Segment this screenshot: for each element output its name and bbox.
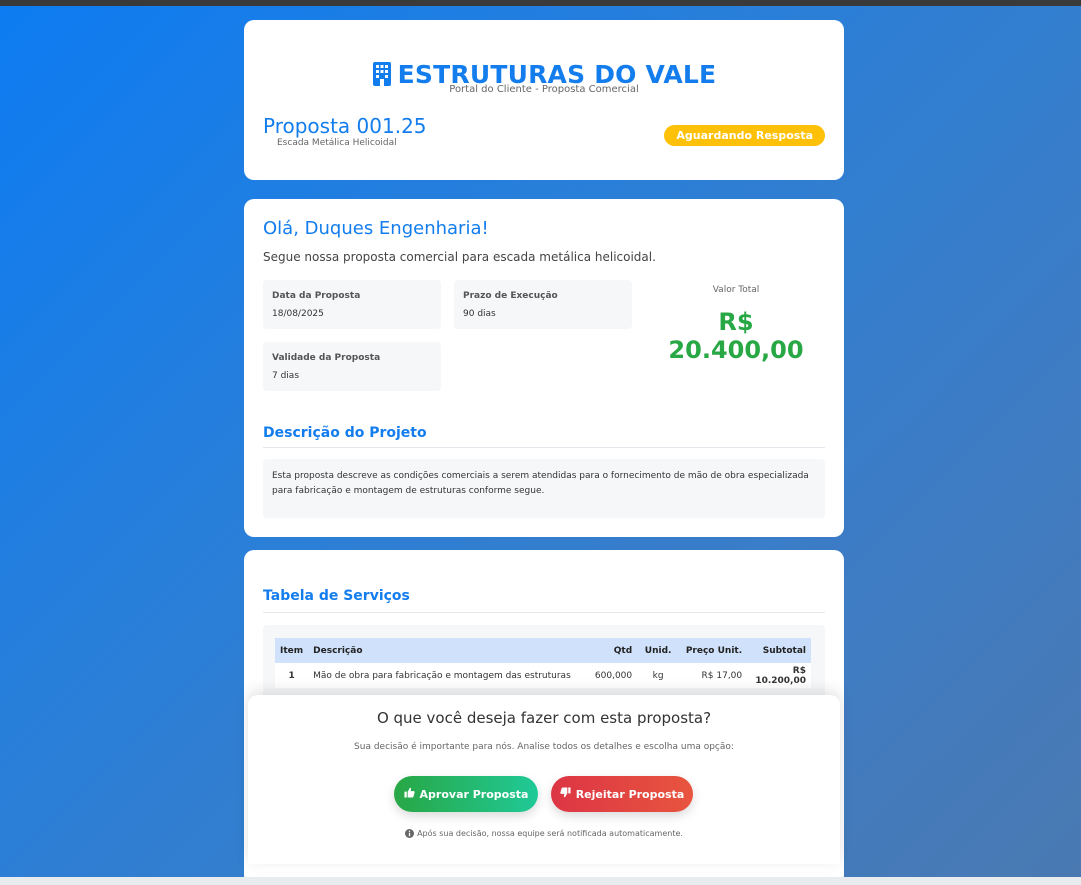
- thumbs-down-icon: [559, 787, 571, 801]
- thumbs-up-icon: [403, 787, 415, 801]
- column-header-description: Descrição: [308, 638, 584, 663]
- info-icon: [405, 829, 417, 838]
- table-row: 1 Mão de obra para fabricação e montagem…: [275, 663, 811, 688]
- browser-bottom-bar: [0, 877, 1081, 885]
- cell-unit: kg: [637, 663, 680, 688]
- reject-button-label: Rejeitar Proposta: [575, 787, 685, 801]
- proposal-header-card: ESTRUTURAS DO VALE Portal do Cliente - P…: [244, 20, 844, 180]
- browser-top-bar: [0, 0, 1081, 6]
- divider: [263, 447, 825, 448]
- cell-subtotal: R$ 10.200,00: [747, 663, 811, 688]
- cell-item: 1: [275, 663, 309, 688]
- decision-note-text: Após sua decisão, nossa equipe será noti…: [417, 829, 683, 838]
- greeting-title: Olá, Duques Engenharia!: [263, 218, 489, 239]
- greeting-message: Segue nossa proposta comercial para esca…: [263, 250, 656, 264]
- description-title: Descrição do Projeto: [263, 425, 427, 441]
- cell-qty: 600,000: [583, 663, 638, 688]
- info-date: Data da Proposta 18/08/2025: [263, 280, 441, 329]
- decision-note: Após sua decisão, nossa equipe será noti…: [248, 829, 840, 838]
- column-header-unit-price: Preço Unit.: [679, 638, 748, 663]
- total-value: R$ 20.400,00: [668, 308, 804, 364]
- approve-button-label: Aprovar Proposta: [419, 787, 529, 801]
- table-header-row: Item Descrição Qtd Unid. Preço Unit. Sub…: [275, 638, 811, 663]
- divider: [263, 612, 825, 613]
- description-text: Esta proposta descreve as condições come…: [263, 459, 825, 518]
- approve-button[interactable]: Aprovar Proposta: [394, 776, 538, 812]
- services-title: Tabela de Serviços: [263, 588, 410, 604]
- cell-description: Mão de obra para fabricação e montagem d…: [308, 663, 584, 688]
- column-header-unit: Unid.: [637, 638, 680, 663]
- info-deadline-value: 90 dias: [463, 309, 496, 319]
- services-table: Item Descrição Qtd Unid. Preço Unit. Sub…: [275, 638, 811, 688]
- column-header-subtotal: Subtotal: [747, 638, 811, 663]
- proposal-subject: Escada Metálica Helicoidal: [277, 138, 397, 148]
- info-validity: Validade da Proposta 7 dias: [263, 342, 441, 391]
- status-badge: Aguardando Resposta: [664, 125, 825, 146]
- decision-title: O que você deseja fazer com esta propost…: [376, 709, 712, 727]
- total-label: Valor Total: [712, 285, 760, 295]
- info-date-label: Data da Proposta: [272, 291, 361, 301]
- info-validity-label: Validade da Proposta: [272, 353, 381, 363]
- decision-subtitle: Sua decisão é importante para nós. Anali…: [354, 742, 734, 752]
- cell-unit-price: R$ 17,00: [679, 663, 748, 688]
- info-deadline: Prazo de Execução 90 dias: [454, 280, 632, 329]
- info-deadline-label: Prazo de Execução: [463, 291, 558, 301]
- column-header-qty: Qtd: [583, 638, 638, 663]
- column-header-item: Item: [275, 638, 309, 663]
- proposal-number: Proposta 001.25: [263, 114, 427, 138]
- decision-panel: O que você deseja fazer com esta propost…: [248, 695, 840, 864]
- reject-button[interactable]: Rejeitar Proposta: [551, 776, 693, 812]
- info-date-value: 18/08/2025: [272, 309, 324, 319]
- info-validity-value: 7 dias: [272, 371, 300, 381]
- portal-subtitle: Portal do Cliente - Proposta Comercial: [449, 84, 639, 95]
- proposal-details-card: Olá, Duques Engenharia! Segue nossa prop…: [244, 199, 844, 537]
